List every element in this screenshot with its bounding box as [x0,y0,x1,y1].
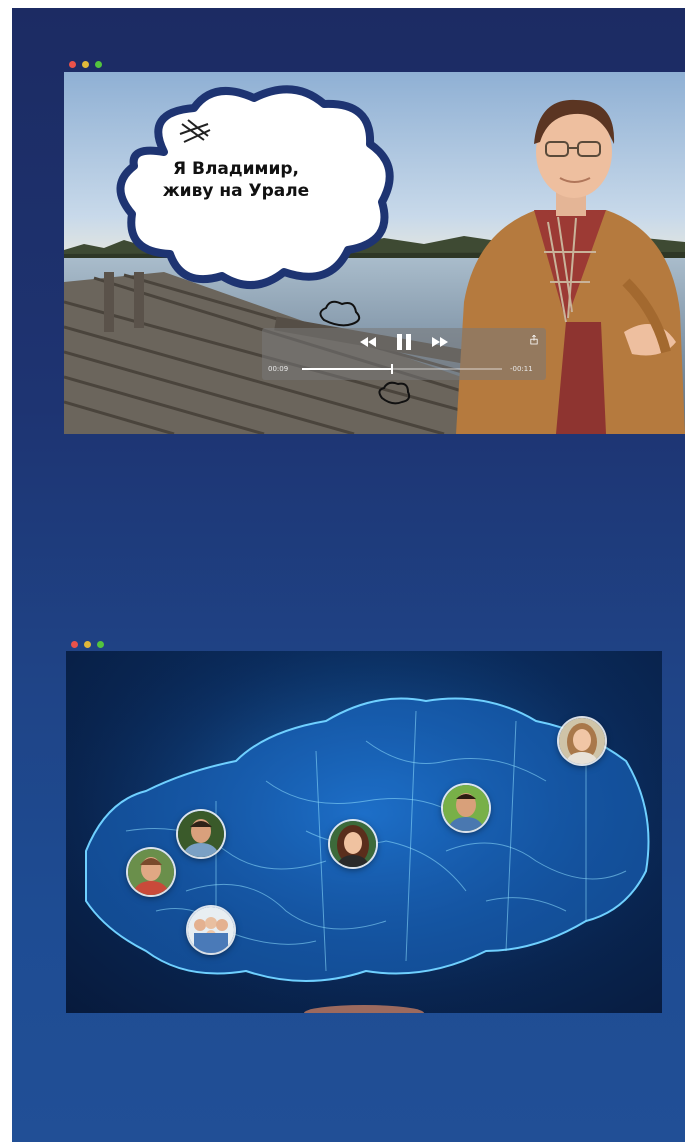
video-window: Я Владимир, живу на Урале 00:09 -00:11 [64,72,685,434]
russia-map-window [66,651,662,1013]
bubble-caption: Я Владимир, живу на Урале [146,158,326,202]
remaining-time: -00:11 [510,365,533,373]
fast-forward-icon[interactable] [432,337,448,347]
share-icon[interactable] [530,335,538,345]
avatar-family[interactable] [188,907,234,953]
avatar-man-1[interactable] [128,849,174,895]
pause-icon[interactable] [397,334,411,350]
rewind-icon[interactable] [360,337,376,347]
close-dot[interactable] [69,61,76,68]
window-controls [69,61,102,68]
zoom-dot[interactable] [97,641,104,648]
progress-track[interactable] [302,364,502,374]
avatar-man-3[interactable] [443,785,489,831]
minimize-dot[interactable] [84,641,91,648]
minimize-dot[interactable] [82,61,89,68]
presenter [456,99,685,434]
video-player-controls: 00:09 -00:11 [262,328,546,380]
small-cloud-icon [319,300,361,327]
window-controls [71,641,104,648]
elapsed-time: 00:09 [268,365,289,373]
caption-line-2: живу на Урале [162,181,310,201]
page-background: Я Владимир, живу на Урале 00:09 -00:11 [12,8,685,1142]
small-cloud-icon [378,381,411,405]
progress-fill [302,368,392,370]
avatar-woman-2[interactable] [559,718,605,764]
close-dot[interactable] [71,641,78,648]
zoom-dot[interactable] [95,61,102,68]
avatar-woman-1[interactable] [330,821,376,867]
progress-thumb[interactable] [391,364,393,374]
caption-line-1: Я Владимир, [173,159,299,179]
avatar-man-2[interactable] [178,811,224,857]
